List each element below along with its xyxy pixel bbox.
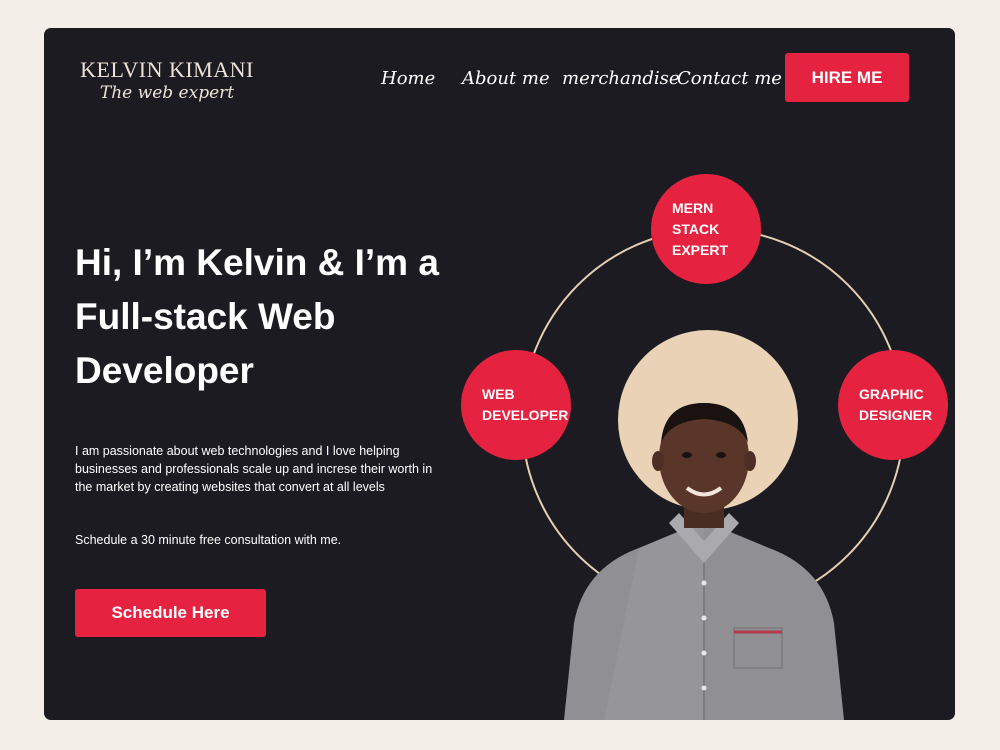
nav-link-about[interactable]: About me — [462, 68, 550, 89]
hero-card: KELVIN KIMANI The web expert Home About … — [44, 28, 955, 720]
schedule-button[interactable]: Schedule Here — [75, 589, 266, 637]
skill-badge-label: MERN STACK EXPERT — [672, 199, 729, 258]
brand-tagline: The web expert — [99, 83, 235, 103]
brand-logo[interactable]: KELVIN KIMANI The web expert — [75, 58, 259, 104]
brand-name: KELVIN KIMANI — [80, 57, 254, 82]
hire-me-button[interactable]: HIRE ME — [785, 53, 909, 102]
nav-link-merchandise[interactable]: merchandise — [562, 68, 680, 89]
hero-headline: Hi, I’m Kelvin & I’m a Full-stack Web De… — [75, 242, 439, 391]
skill-badge-mern: MERN STACK EXPERT — [651, 174, 761, 284]
hero-intro-text: I am passionate about web technologies a… — [75, 444, 433, 494]
person-portrait-image — [564, 403, 844, 720]
nav-link-contact[interactable]: Contact me — [677, 68, 782, 89]
skill-badge-label: GRAPHIC DESIGNER — [859, 386, 933, 423]
schedule-note: Schedule a 30 minute free consultation w… — [75, 533, 342, 547]
nav-link-home[interactable]: Home — [381, 68, 435, 89]
